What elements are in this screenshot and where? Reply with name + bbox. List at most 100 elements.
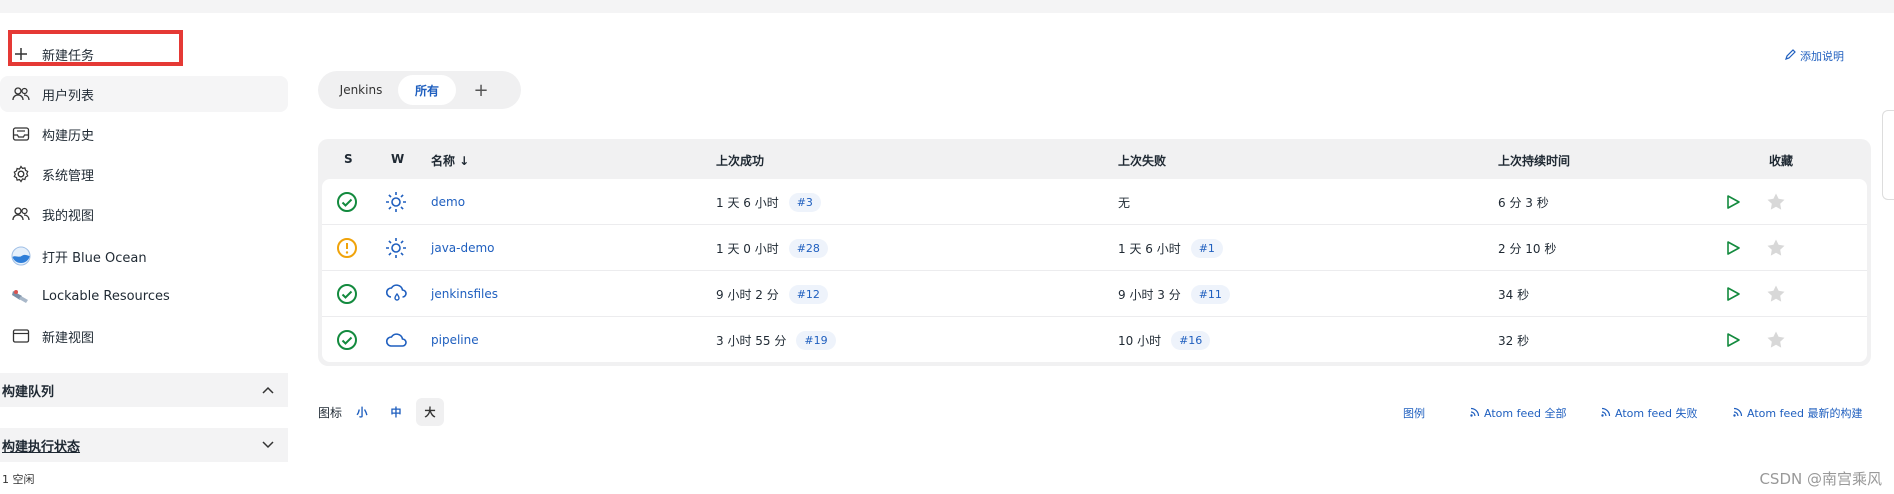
atom-feed-latest-link[interactable]: Atom feed 最新的构建 <box>1733 405 1862 421</box>
sidebar-item-manage[interactable]: 系统管理 <box>0 156 288 192</box>
play-icon[interactable] <box>1725 317 1741 362</box>
last-failure-time: 10 小时 <box>1118 333 1162 348</box>
users-icon <box>10 203 32 225</box>
sidebar-item-blue-ocean[interactable]: 打开 Blue Ocean <box>0 238 288 274</box>
last-failure-time: 无 <box>1118 195 1131 210</box>
atom-feed-failed-link[interactable]: Atom feed 失败 <box>1601 405 1697 421</box>
tab-add-view[interactable]: + <box>456 75 506 105</box>
watermark: CSDN @南宫乘风 <box>1759 470 1882 488</box>
icon-size-medium[interactable]: 中 <box>382 398 410 426</box>
last-success-time: 3 小时 55 分 <box>716 333 787 348</box>
table-row: jenkinsfiles 9 小时 2 分 #12 9 小时 3 分 #11 3… <box>322 271 1867 317</box>
sidebar-item-new-view[interactable]: 新建视图 <box>0 318 288 354</box>
build-number-badge[interactable]: #19 <box>796 330 836 350</box>
table-header: S W 名称 ↓ 上次成功 上次失败 上次持续时间 收藏 <box>318 139 1871 179</box>
header-last-failure[interactable]: 上次失败 <box>1118 152 1166 169</box>
view-tabs: Jenkins 所有 + <box>318 71 521 109</box>
top-bar <box>0 0 1894 13</box>
plus-icon <box>10 43 32 65</box>
sidebar-item-lockable-resources[interactable]: Lockable Resources <box>0 278 288 314</box>
header-status[interactable]: S <box>344 152 353 166</box>
last-failure-time: 1 天 6 小时 <box>1118 241 1181 256</box>
build-number-badge[interactable]: #16 <box>1171 330 1211 350</box>
last-success-time: 1 天 6 小时 <box>716 195 779 210</box>
icon-size-selector: 图标 小 中 大 <box>318 398 445 426</box>
rss-icon <box>1470 407 1480 420</box>
atom-feed-all-label: Atom feed 全部 <box>1484 407 1567 420</box>
sidebar-item-new-job[interactable]: 新建任务 <box>0 36 288 72</box>
tab-all[interactable]: 所有 <box>398 75 456 105</box>
star-icon[interactable] <box>1766 317 1786 362</box>
sidebar-item-label: 构建历史 <box>42 128 95 144</box>
icon-size-large[interactable]: 大 <box>416 398 445 426</box>
icon-size-small[interactable]: 小 <box>348 398 376 426</box>
last-success-time: 9 小时 2 分 <box>716 287 779 302</box>
sidebar-item-label: 我的视图 <box>42 208 95 224</box>
table-row: pipeline 3 小时 55 分 #19 10 小时 #16 32 秒 <box>322 317 1867 362</box>
last-duration: 6 分 3 秒 <box>1498 195 1549 210</box>
last-duration: 32 秒 <box>1498 333 1530 348</box>
job-link[interactable]: java-demo <box>431 241 495 255</box>
blue-ocean-icon <box>10 245 32 267</box>
rss-icon <box>1733 407 1743 420</box>
gear-icon <box>10 163 32 185</box>
chevron-up-icon[interactable] <box>262 383 274 397</box>
sidebar-item-label: 系统管理 <box>42 168 95 184</box>
header-last-success[interactable]: 上次成功 <box>716 152 764 169</box>
users-icon <box>10 83 32 105</box>
unstable-status-icon <box>336 225 358 271</box>
legend-label: 图例 <box>1403 407 1425 420</box>
header-favorite: 收藏 <box>1769 154 1794 168</box>
chevron-down-icon[interactable] <box>262 438 274 452</box>
last-success-time: 1 天 0 小时 <box>716 241 779 256</box>
star-icon[interactable] <box>1766 225 1786 271</box>
build-queue-title: 构建队列 <box>2 384 55 400</box>
header-weather[interactable]: W <box>391 152 404 166</box>
star-icon[interactable] <box>1766 271 1786 317</box>
build-number-badge[interactable]: #28 <box>788 238 828 258</box>
job-link[interactable]: demo <box>431 195 465 209</box>
sidebar-item-label: 用户列表 <box>42 88 95 104</box>
history-icon <box>10 123 32 145</box>
pencil-icon <box>1784 48 1796 64</box>
star-icon[interactable] <box>1766 179 1786 225</box>
job-table: S W 名称 ↓ 上次成功 上次失败 上次持续时间 收藏 demo 1 天 6 … <box>318 139 1871 366</box>
tab-jenkins[interactable]: Jenkins <box>324 75 398 105</box>
executor-status-title[interactable]: 构建执行状态 <box>2 436 80 455</box>
build-queue-panel[interactable]: 构建队列 <box>0 373 288 407</box>
sidebar-item-my-views[interactable]: 我的视图 <box>0 196 288 232</box>
build-number-badge[interactable]: #1 <box>1190 238 1223 258</box>
atom-feed-all-link[interactable]: Atom feed 全部 <box>1470 405 1566 421</box>
sidebar-item-label: Lockable Resources <box>42 288 170 304</box>
side-floating-widget[interactable] <box>1882 110 1894 200</box>
last-duration: 2 分 10 秒 <box>1498 241 1557 256</box>
atom-feed-latest-label: Atom feed 最新的构建 <box>1747 407 1863 420</box>
lock-resources-icon <box>10 285 32 307</box>
build-number-badge[interactable]: #3 <box>788 192 821 212</box>
header-name[interactable]: 名称 ↓ <box>431 152 469 169</box>
sunny-weather-icon <box>385 225 407 271</box>
add-description-link[interactable]: 添加说明 <box>1784 48 1844 64</box>
build-number-badge[interactable]: #12 <box>788 284 828 304</box>
table-row: java-demo 1 天 0 小时 #28 1 天 6 小时 #1 2 分 1… <box>322 225 1867 271</box>
table-body: demo 1 天 6 小时 #3 无 6 分 3 秒 java-demo 1 天… <box>322 179 1867 362</box>
header-last-duration[interactable]: 上次持续时间 <box>1498 152 1570 169</box>
play-icon[interactable] <box>1725 271 1741 317</box>
job-link[interactable]: jenkinsfiles <box>431 287 498 301</box>
play-icon[interactable] <box>1725 225 1741 271</box>
sidebar-item-label: 新建视图 <box>42 330 95 346</box>
sidebar-item-users[interactable]: 用户列表 <box>0 76 288 112</box>
last-failure-time: 9 小时 3 分 <box>1118 287 1181 302</box>
build-number-badge[interactable]: #11 <box>1190 284 1230 304</box>
folder-icon <box>10 325 32 347</box>
cloudy-weather-icon <box>385 317 409 362</box>
legend-link[interactable]: 图例 <box>1403 405 1425 421</box>
play-icon[interactable] <box>1725 179 1741 225</box>
sidebar-item-build-history[interactable]: 构建历史 <box>0 116 288 152</box>
sunny-weather-icon <box>385 179 407 225</box>
rss-icon <box>1601 407 1611 420</box>
executor-status-panel[interactable]: 构建执行状态 <box>0 428 288 462</box>
last-duration: 34 秒 <box>1498 287 1530 302</box>
add-description-label: 添加说明 <box>1800 50 1844 63</box>
job-link[interactable]: pipeline <box>431 333 479 347</box>
